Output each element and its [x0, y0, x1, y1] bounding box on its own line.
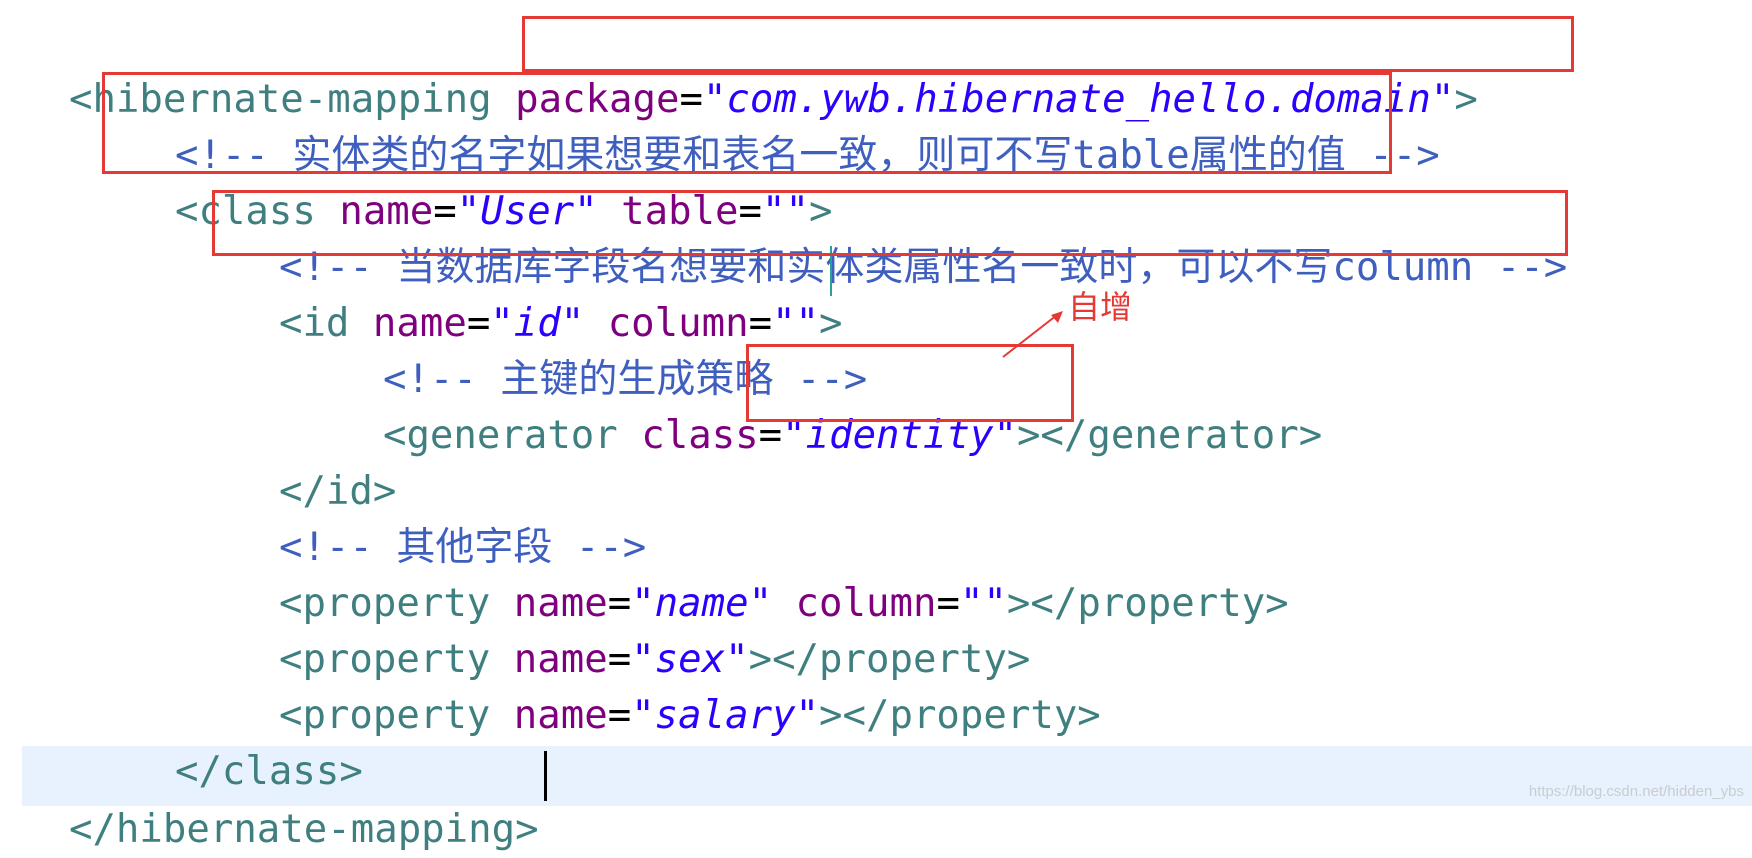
highlight-box-column-comment	[212, 190, 1568, 256]
code-line-11[interactable]: <property name="sex"></property>	[232, 576, 1030, 682]
code-line-8[interactable]: </id>	[232, 408, 396, 514]
attr-value: "salary"	[631, 693, 820, 738]
tag-close: </hibernate-mapping>	[68, 807, 539, 852]
code-line-9[interactable]: <!-- 其他字段 -->	[232, 464, 646, 570]
code-line-14[interactable]: </hibernate-mapping>	[22, 746, 539, 852]
text-caret	[544, 751, 547, 801]
attr-name: name	[513, 693, 608, 738]
attr-name: class	[641, 413, 759, 458]
code-line-12[interactable]: <property name="salary"></property>	[232, 632, 1101, 738]
equals-sign: =	[607, 693, 632, 738]
tag-close: ></property>	[1006, 581, 1289, 626]
watermark: https://blog.csdn.net/hidden_ybs	[1528, 783, 1744, 800]
tag-close: ></property>	[819, 693, 1101, 738]
highlight-box-class	[102, 72, 1392, 174]
code-line-13[interactable]: </class>	[128, 688, 363, 794]
tag-close: >	[1454, 77, 1478, 122]
annotation-arrow-icon	[1002, 311, 1063, 358]
highlight-box-package	[522, 16, 1574, 72]
code-line-10[interactable]: <property name="name" column=""></proper…	[232, 520, 1289, 626]
tag-open: <generator	[382, 413, 642, 458]
annotation-label: 自增	[1068, 288, 1133, 326]
